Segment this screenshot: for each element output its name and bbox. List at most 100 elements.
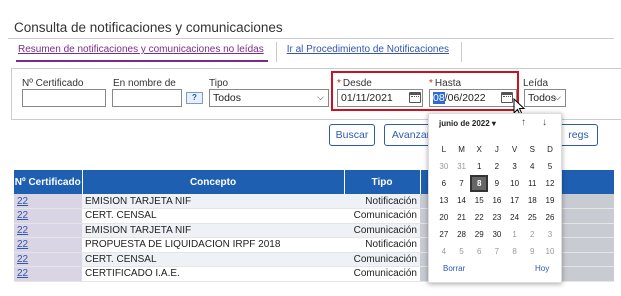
calendar-day[interactable]: 2 [488,158,506,175]
row-concepto: CERT. CENSAL [82,208,344,224]
calendar-day[interactable]: 30 [488,226,506,243]
calendar-day[interactable]: 29 [470,226,488,243]
leida-select[interactable]: Todos ⌵ [524,89,566,107]
calendar-day[interactable]: 15 [470,192,488,209]
calendar-day[interactable]: 28 [453,226,471,243]
row-certificado-link[interactable]: 22 [14,266,82,282]
calendar-day[interactable]: 25 [523,209,541,226]
row-certificado-link[interactable]: 22 [14,223,82,238]
tipo-label: Tipo [209,78,229,89]
tipo-select-value: Todos [213,92,242,104]
calendar-day[interactable]: 4 [435,243,453,260]
column-header-certificado[interactable]: Nº Certificado [14,170,83,194]
calendar-day[interactable]: 10 [506,175,524,192]
calendar-day[interactable]: 2 [523,226,541,243]
calendar-day[interactable]: 9 [523,243,541,260]
buscar-button[interactable]: Buscar [329,124,375,146]
calendar-day[interactable]: 3 [506,158,524,175]
row-certificado-link[interactable]: 22 [14,237,82,253]
calendar-day[interactable]: 8 [506,243,524,260]
leida-label: Leída [523,78,549,89]
row-tipo: Notificación [344,237,420,253]
calendar-day[interactable]: 31 [453,158,471,175]
calendar-weekday-label: J [494,145,499,154]
date-range-highlight [331,71,519,111]
calendar-day[interactable]: 20 [435,209,453,226]
arrow-down-icon[interactable]: ↓ [542,117,547,128]
calendar-day[interactable]: 19 [541,192,559,209]
calendar-day[interactable]: 10 [541,243,559,260]
calendar-day[interactable]: 21 [453,209,471,226]
calendar-day[interactable]: 26 [541,209,559,226]
page-title: Consulta de notificaciones y comunicacio… [14,20,283,35]
row-tipo: Comunicación [344,252,420,267]
row-concepto: CERTIFICADO I.A.E. [82,266,344,282]
title-divider [8,38,614,39]
row-certificado-link[interactable]: 22 [14,252,82,267]
calendar-day[interactable]: 1 [470,158,488,175]
date-picker-popup: junio de 2022 ▾ ↑ ↓ L M X J V S D 30 31 1 2 3 4 5 6 7 8 9… [428,113,562,283]
calendar-day[interactable]: 4 [523,158,541,175]
calendar-grid: L M X J V S D 30 31 1 2 3 4 5 6 7 8 9 10 11 12 13 14 15 16 17 18 19… [435,141,559,260]
calendar-day[interactable]: 14 [453,192,471,209]
calendar-day[interactable]: 1 [506,226,524,243]
calendar-day[interactable]: 3 [541,226,559,243]
calendar-weekday-label: L [441,145,447,154]
calendar-day[interactable]: 27 [435,226,453,243]
calendar-day[interactable]: 11 [523,175,541,192]
tab-divider [275,42,277,62]
calendar-month-selector[interactable]: junio de 2022 ▾ [439,119,496,128]
nombre-input[interactable] [112,89,182,107]
calendar-day[interactable]: 13 [435,192,453,209]
row-certificado-link[interactable]: 22 [14,208,82,224]
tab-divider [461,42,463,62]
leida-select-value: Todos [528,92,557,104]
calendar-day[interactable]: 16 [488,192,506,209]
calendar-weekday-label: V [511,145,518,154]
row-tipo: Comunicación [344,266,420,282]
calendar-weekday-label: X [476,145,482,154]
calendar-day[interactable]: 22 [470,209,488,226]
calendar-day[interactable]: 24 [506,209,524,226]
calendar-today-button[interactable]: Hoy [535,264,549,273]
calendar-day[interactable]: 30 [435,158,453,175]
tab-resumen[interactable]: Resumen de notificaciones y comunicacion… [16,40,268,62]
arrow-up-icon[interactable]: ↑ [521,117,526,128]
calendar-day[interactable]: 7 [453,175,471,192]
certificado-label: Nº Certificado [22,78,84,89]
calendar-day[interactable]: 7 [488,243,506,260]
regs-button[interactable]: regs [560,124,598,146]
calendar-day[interactable]: 23 [488,209,506,226]
calendar-day[interactable]: 5 [453,243,471,260]
certificado-input[interactable] [22,89,106,107]
calendar-day[interactable]: 5 [541,158,559,175]
row-concepto: EMISION TARJETA NIF [82,223,344,238]
row-tipo: Notificación [344,194,420,209]
calendar-weekday-label: S [529,145,535,154]
calendar-weekday-label: D [547,145,553,154]
calendar-clear-button[interactable]: Borrar [443,264,465,273]
row-tipo: Comunicación [344,208,420,224]
nombre-label: En nombre de [113,78,176,89]
calendar-day[interactable]: 18 [523,192,541,209]
chevron-down-icon: ⌵ [554,92,561,102]
calendar-day[interactable]: 17 [506,192,524,209]
column-header-concepto[interactable]: Concepto [82,170,345,194]
calendar-day[interactable]: 8 [470,175,489,192]
tipo-select[interactable]: Todos ⌵ [209,89,329,107]
tab-procedimiento[interactable]: Ir al Procedimiento de Notificaciones [285,40,453,62]
calendar-weekday-label: M [458,145,465,154]
calendar-day[interactable]: 12 [541,175,559,192]
help-icon[interactable]: ? [186,92,203,104]
row-concepto: PROPUESTA DE LIQUIDACION IRPF 2018 [82,237,344,253]
row-concepto: CERT. CENSAL [82,252,344,267]
calendar-day[interactable]: 6 [435,175,453,192]
calendar-day[interactable]: 6 [470,243,488,260]
row-tipo: Comunicación [344,223,420,238]
row-concepto: EMISION TARJETA NIF [82,194,344,209]
row-certificado-link[interactable]: 22 [14,194,82,209]
chevron-down-icon: ⌵ [317,92,324,102]
calendar-day[interactable]: 9 [488,175,506,192]
column-header-tipo[interactable]: Tipo [344,170,421,194]
tab-bar: Resumen de notificaciones y comunicacion… [16,40,470,62]
